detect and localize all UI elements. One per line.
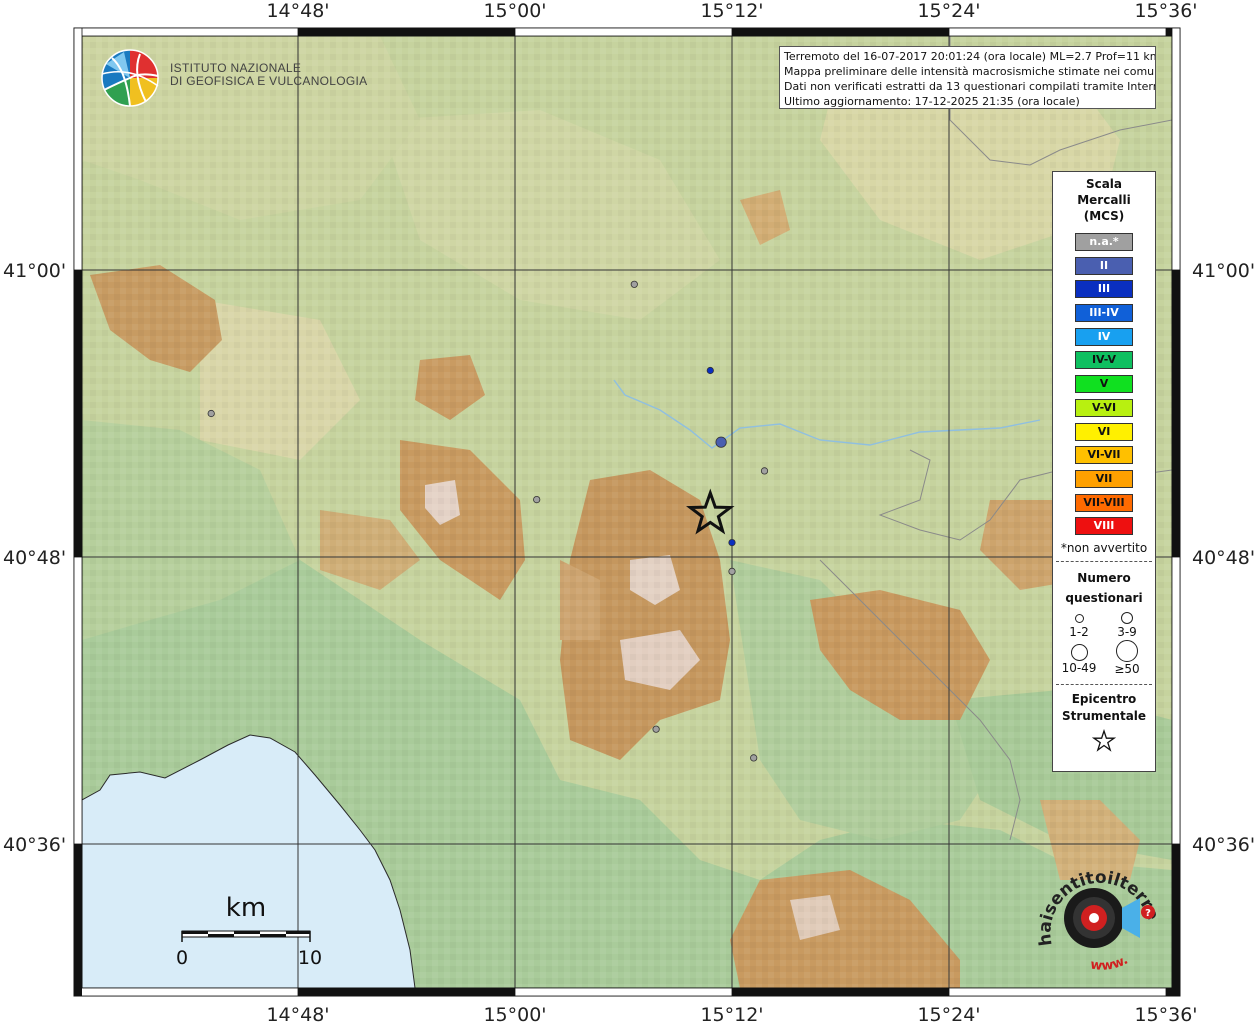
- size-class-label: 1-2: [1069, 624, 1089, 639]
- size-class-50-plus: ≥50: [1103, 639, 1151, 676]
- lon-labels-top: 14°48' 15°00' 15°12' 15°24' 15°36': [266, 0, 1197, 22]
- legend-divider: [1056, 683, 1152, 685]
- event-info-box: Terremoto del 16-07-2017 20:01:24 (ora l…: [779, 46, 1156, 109]
- info-line-event: Terremoto del 16-07-2017 20:01:24 (ora l…: [784, 50, 1156, 63]
- lat-labels-left: 41°00' 40°48' 40°36': [3, 260, 66, 856]
- legend-swatch: VI: [1075, 422, 1133, 441]
- lat-label: 40°48': [1192, 547, 1255, 569]
- legend-epicenter-line: Strumentale: [1061, 708, 1147, 723]
- info-line-map: Mappa preliminare delle intensità macros…: [784, 65, 1156, 78]
- lon-label: 15°24': [917, 0, 980, 22]
- legend-swatch: VI-VII: [1075, 446, 1133, 465]
- size-class-3-9: 3-9: [1103, 611, 1151, 639]
- observation-point: [706, 366, 714, 375]
- info-line-data: Dati non verificati estratti da 13 quest…: [784, 80, 1156, 93]
- scale-unit: km: [226, 893, 266, 923]
- legend-swatch: V-VI: [1075, 398, 1133, 417]
- legend-count-title: Numero questionari: [1053, 568, 1155, 608]
- legend-size-grid: 1-2 3-9 10-49 ≥50: [1053, 608, 1155, 678]
- size-class-10-49: 10-49: [1055, 643, 1103, 675]
- legend-title-line: Mercalli: [1077, 193, 1131, 207]
- observation-point: [728, 567, 736, 576]
- ingv-line2: DI GEOFISICA E VULCANOLOGIA: [170, 74, 368, 88]
- lon-label: 15°00': [483, 0, 546, 22]
- ingv-logo: ISTITUTO NAZIONALE DI GEOFISICA E VULCAN…: [100, 48, 367, 108]
- observation-point: [533, 495, 541, 504]
- observation-point: [630, 280, 638, 288]
- size-class-1-2: 1-2: [1055, 613, 1103, 639]
- lon-label: 15°00': [483, 1004, 546, 1024]
- size-circle-icon: [1121, 611, 1133, 624]
- observation-point: [207, 409, 215, 418]
- legend-epicenter-line: Epicentro: [1071, 691, 1137, 706]
- size-circle-icon: [1116, 639, 1138, 662]
- size-class-label: 3-9: [1117, 624, 1137, 639]
- megaphone-icon: [1122, 898, 1140, 938]
- mcs-legend: Scala Mercalli (MCS) n.a.* II III III-IV IV I…: [1052, 171, 1156, 772]
- legend-title-line: (MCS): [1083, 209, 1125, 223]
- lat-label: 40°36': [3, 834, 66, 856]
- legend-note: *non avvertito: [1060, 540, 1148, 555]
- observation-point: [728, 538, 736, 547]
- legend-count-title-line: questionari: [1065, 590, 1143, 605]
- epicenter-legend-star-icon: [1091, 728, 1117, 752]
- legend-swatch: III: [1075, 280, 1133, 299]
- legend-count-title-line: Numero: [1077, 570, 1131, 585]
- observation-point: [750, 754, 758, 762]
- size-circle-icon: [1074, 613, 1084, 623]
- watermark-www: www.: [1089, 953, 1130, 974]
- lat-label: 41°00': [3, 260, 66, 282]
- size-class-label: 10-49: [1061, 660, 1097, 675]
- size-circle-icon: [1070, 643, 1088, 661]
- hai-sentito-il-terremoto-logo: haisentitoilterremoto.it www. ?: [1021, 835, 1170, 980]
- observation-point: [715, 436, 727, 448]
- svg-text:?: ?: [1145, 908, 1151, 919]
- legend-title-line: Scala: [1085, 177, 1123, 191]
- observation-point: [760, 467, 769, 475]
- legend-swatch: III-IV: [1075, 304, 1133, 323]
- ingv-logo-text: ISTITUTO NAZIONALE DI GEOFISICA E VULCAN…: [170, 62, 367, 88]
- legend-swatches: n.a.* II III III-IV IV IV-V V V-VI VI VI-VII VII VI…: [1053, 233, 1155, 536]
- scale-start-label: 0: [176, 947, 188, 969]
- lat-label: 40°48': [3, 547, 66, 569]
- lon-label: 15°12': [700, 0, 763, 22]
- legend-swatch: VII-VIII: [1075, 493, 1133, 512]
- lon-labels-bottom: 14°48' 15°00' 15°12' 15°24' 15°36': [266, 1004, 1197, 1026]
- terrain-layer: [82, 36, 1172, 988]
- observation-point: [652, 725, 660, 733]
- legend-swatch: IV-V: [1075, 351, 1133, 370]
- legend-epicenter-title: Epicentro Strumentale: [1053, 691, 1155, 725]
- legend-swatch: n.a.*: [1075, 233, 1133, 251]
- scale-end-label: 10: [298, 947, 322, 969]
- info-line-updated: Ultimo aggiornamento: 17-12-2025 21:35 (…: [784, 95, 1080, 108]
- legend-swatch: VII: [1075, 469, 1133, 488]
- legend-swatch: V: [1075, 375, 1133, 394]
- lon-label: 14°48': [266, 1004, 329, 1024]
- lat-label: 40°36': [1192, 834, 1255, 856]
- lon-label: 15°36': [1134, 1004, 1197, 1024]
- size-class-label: ≥50: [1114, 661, 1140, 676]
- legend-swatch: VIII: [1075, 517, 1133, 536]
- lat-label: 41°00': [1192, 260, 1255, 282]
- ingv-globe-icon: [101, 49, 159, 107]
- legend-divider: [1056, 560, 1152, 562]
- lon-label: 15°36': [1134, 0, 1197, 22]
- lon-label: 15°12': [700, 1004, 763, 1024]
- lon-label: 15°24': [917, 1004, 980, 1024]
- lon-label: 14°48': [266, 0, 329, 22]
- legend-title: Scala Mercalli (MCS): [1053, 176, 1155, 224]
- lat-labels-right: 41°00' 40°48' 40°36': [1192, 260, 1255, 856]
- legend-swatch: II: [1075, 256, 1133, 275]
- legend-swatch: IV: [1075, 327, 1133, 346]
